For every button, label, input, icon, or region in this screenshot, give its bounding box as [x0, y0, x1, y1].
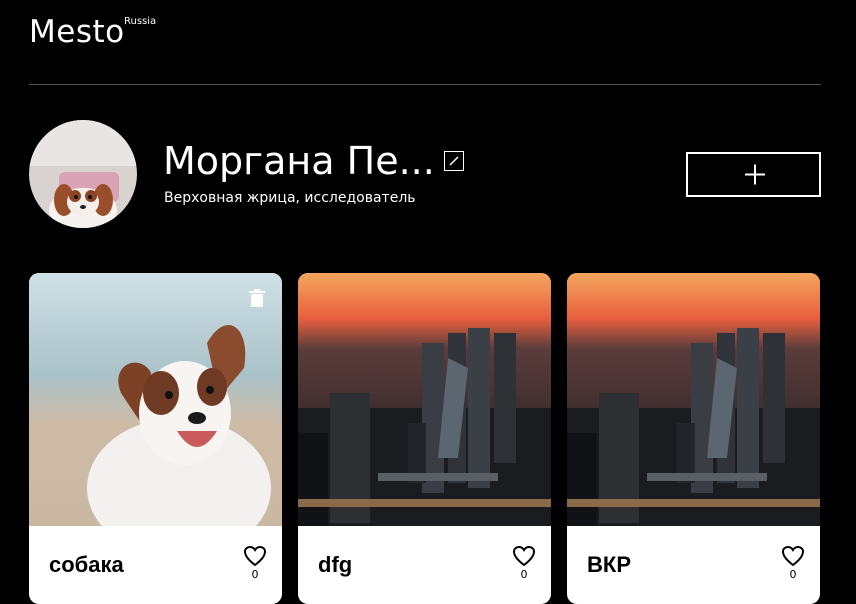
card: собака 0 — [29, 273, 282, 604]
trash-icon[interactable] — [248, 289, 266, 308]
profile-about: Верховная жрица, исследователь — [164, 190, 416, 206]
edit-profile-button[interactable] — [444, 151, 464, 171]
heart-icon[interactable] — [781, 545, 805, 567]
heart-icon[interactable] — [243, 545, 267, 567]
card-title: ВКР — [587, 552, 631, 577]
card-title: dfg — [318, 552, 353, 577]
pencil-icon — [449, 156, 459, 166]
card-image-dog[interactable] — [29, 273, 282, 526]
card-title: собака — [49, 552, 124, 577]
logo-superscript: Russia — [124, 16, 157, 27]
card: ВКР 0 — [567, 273, 820, 604]
heart-icon[interactable] — [512, 545, 536, 567]
card: dfg 0 — [298, 273, 551, 604]
like-count: 0 — [520, 568, 528, 581]
like-count: 0 — [251, 568, 259, 581]
like-count: 0 — [789, 568, 797, 581]
profile-name: Моргана Пе... — [163, 139, 435, 183]
plus-icon — [745, 164, 765, 185]
logo[interactable]: Mesto — [29, 14, 125, 50]
card-image-city[interactable] — [567, 273, 820, 526]
card-image-city[interactable] — [298, 273, 551, 526]
add-card-button[interactable] — [686, 152, 821, 197]
header: Mesto Russia — [29, 0, 821, 85]
avatar[interactable] — [29, 120, 137, 228]
